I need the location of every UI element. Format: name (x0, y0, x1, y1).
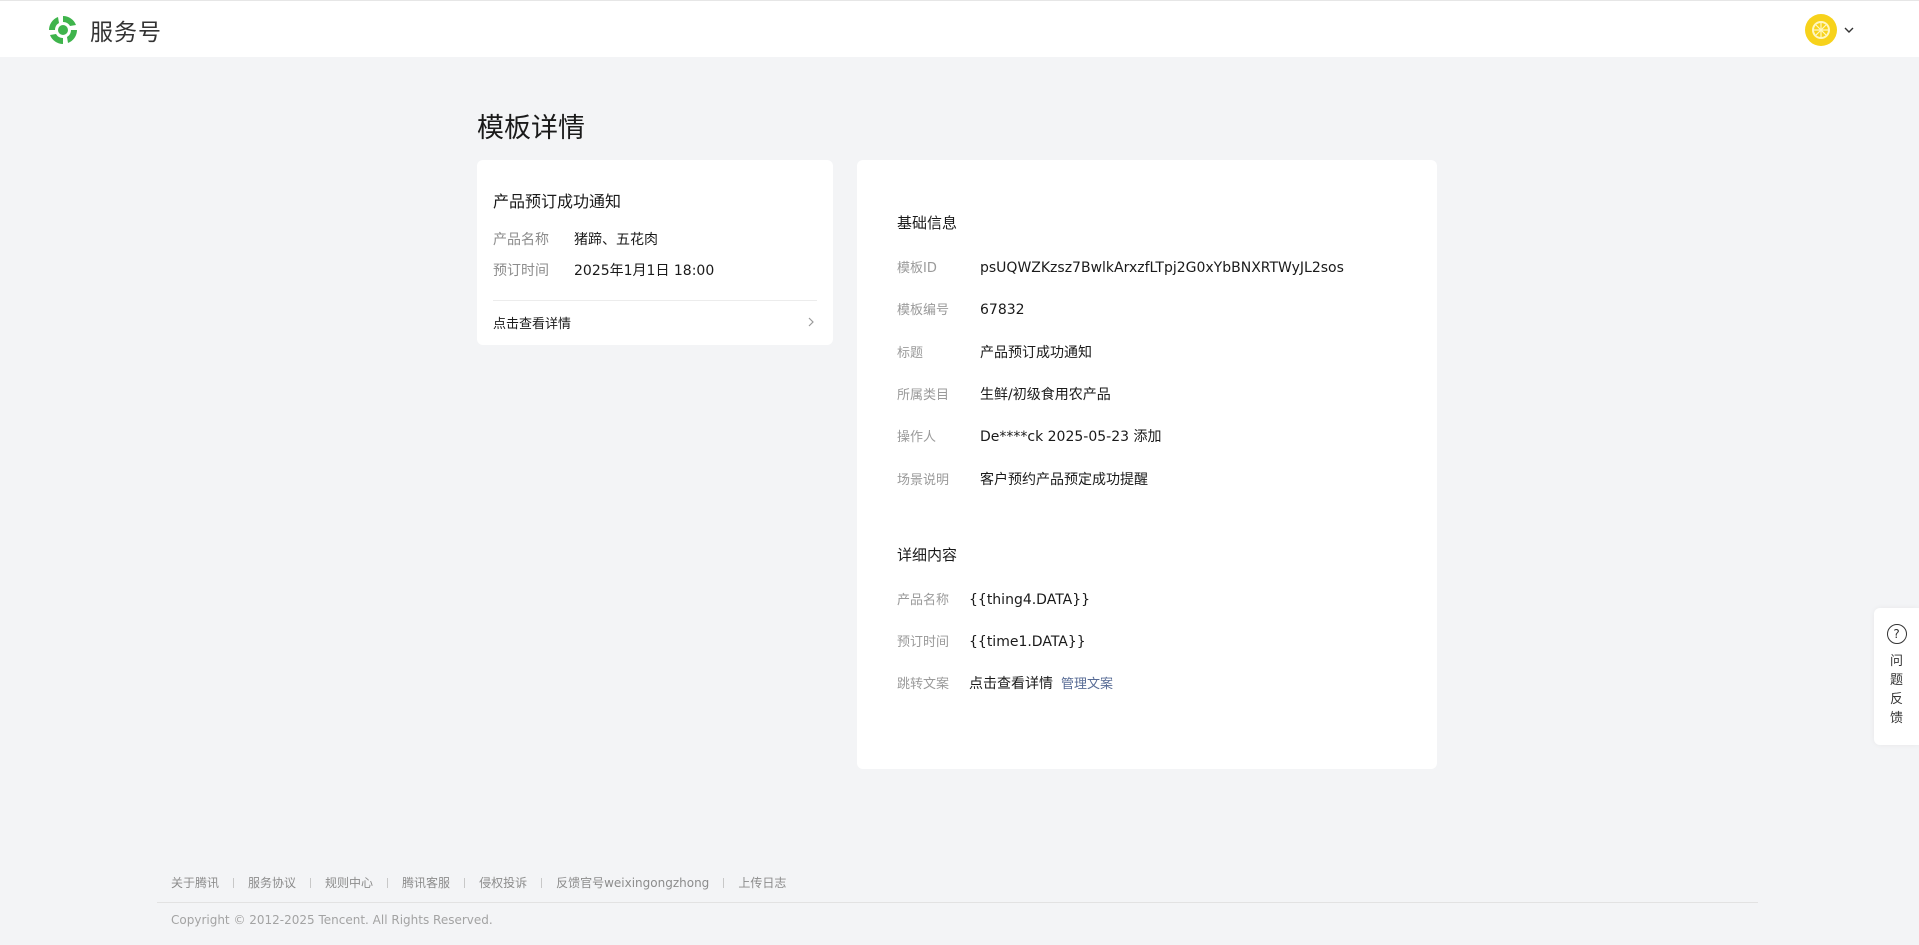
brand-name: 服务号 (90, 20, 162, 46)
content-row-product-name: 产品名称 {{thing4.DATA}} (897, 589, 1090, 608)
info-key: 模板ID (897, 261, 937, 276)
info-row-category: 所属类目 生鲜/初级食用农产品 (897, 384, 1111, 404)
view-details-label: 点击查看详情 (493, 316, 572, 332)
brand-logo[interactable]: 服务号 (46, 13, 162, 47)
content-key: 产品名称 (897, 593, 950, 608)
content-value: {{time1.DATA}} (969, 634, 1086, 650)
footer-link-about[interactable]: 关于腾讯 (171, 874, 219, 891)
info-row-operator: 操作人 De****ck 2025-05-23 添加 (897, 426, 1161, 446)
preview-row-key: 产品名称 (493, 232, 549, 248)
footer-link-agreement[interactable]: 服务协议 (248, 874, 296, 891)
template-preview-card: 产品预订成功通知 产品名称 猪蹄、五花肉 预订时间 2025年1月1日 18:0… (477, 160, 833, 345)
info-value: 67832 (980, 302, 1025, 318)
info-key: 模板编号 (897, 303, 950, 318)
info-value: psUQWZKzsz7BwlkArxzfLTpj2G0xYbBNXRTWyJL2… (980, 260, 1344, 276)
chevron-right-icon (808, 317, 814, 327)
top-bar: 服务号 (0, 0, 1919, 57)
preview-row: 预订时间 2025年1月1日 18:00 (493, 260, 714, 280)
manage-text-link[interactable]: 管理文案 (1061, 673, 1113, 692)
footer-links: 关于腾讯 服务协议 规则中心 腾讯客服 侵权投诉 反馈官号weixingongz… (171, 874, 786, 891)
service-account-logo-icon (49, 16, 77, 44)
info-value: De****ck 2025-05-23 添加 (980, 429, 1162, 445)
user-menu[interactable] (1805, 14, 1855, 46)
info-row-template-number: 模板编号 67832 (897, 299, 1025, 318)
preview-row-value: 2025年1月1日 18:00 (574, 263, 715, 279)
info-key: 所属类目 (897, 388, 950, 403)
info-row-scenario: 场景说明 客户预约产品预定成功提醒 (897, 469, 1148, 489)
divider (541, 877, 543, 888)
preview-row-key: 预订时间 (493, 263, 549, 279)
chevron-down-icon[interactable] (1843, 24, 1855, 36)
view-details-link[interactable]: 点击查看详情 (493, 312, 817, 332)
avatar[interactable] (1805, 14, 1837, 46)
copyright: Copyright © 2012-2025 Tencent. All Right… (171, 913, 493, 927)
divider (493, 300, 817, 301)
divider (464, 877, 466, 888)
footer-divider (157, 902, 1758, 903)
template-detail-card: 基础信息 模板ID psUQWZKzsz7BwlkArxzfLTpj2G0xYb… (857, 160, 1437, 769)
info-key: 标题 (897, 346, 924, 361)
divider (387, 877, 389, 888)
preview-row: 产品名称 猪蹄、五花肉 (493, 229, 658, 249)
basic-info-title: 基础信息 (897, 214, 958, 232)
question-icon: ? (1886, 624, 1907, 644)
lemon-avatar-icon (1812, 21, 1830, 39)
feedback-button[interactable]: ? 问题反馈 (1874, 608, 1919, 745)
info-row-template-id: 模板ID psUQWZKzsz7BwlkArxzfLTpj2G0xYbBNXRT… (897, 257, 1344, 276)
info-key: 操作人 (897, 430, 937, 445)
info-value: 产品预订成功通知 (980, 345, 1092, 361)
preview-row-value: 猪蹄、五花肉 (574, 232, 658, 248)
footer-link-feedback-account[interactable]: 反馈官号weixingongzhong (556, 874, 709, 891)
page-title: 模板详情 (477, 113, 585, 144)
info-value: 客户预约产品预定成功提醒 (980, 472, 1148, 488)
footer-link-support[interactable]: 腾讯客服 (402, 874, 450, 891)
content-value: 点击查看详情 (969, 676, 1053, 692)
divider (723, 877, 725, 888)
content-key: 跳转文案 (897, 677, 950, 692)
footer-link-complaint[interactable]: 侵权投诉 (479, 874, 527, 891)
detail-content-title: 详细内容 (897, 546, 958, 564)
divider (233, 877, 235, 888)
divider (310, 877, 312, 888)
preview-title: 产品预订成功通知 (493, 192, 622, 211)
content-value: {{thing4.DATA}} (969, 592, 1091, 608)
info-row-title: 标题 产品预订成功通知 (897, 342, 1092, 362)
content-row-jump-text: 跳转文案 点击查看详情 管理文案 (897, 673, 1113, 693)
feedback-label: 问题反馈 (1889, 654, 1903, 726)
footer-link-upload-log[interactable]: 上传日志 (738, 874, 786, 891)
content-key: 预订时间 (897, 635, 950, 650)
info-key: 场景说明 (897, 473, 950, 488)
footer-link-rules[interactable]: 规则中心 (325, 874, 373, 891)
info-value: 生鲜/初级食用农产品 (980, 387, 1111, 403)
content-row-booking-time: 预订时间 {{time1.DATA}} (897, 631, 1086, 650)
